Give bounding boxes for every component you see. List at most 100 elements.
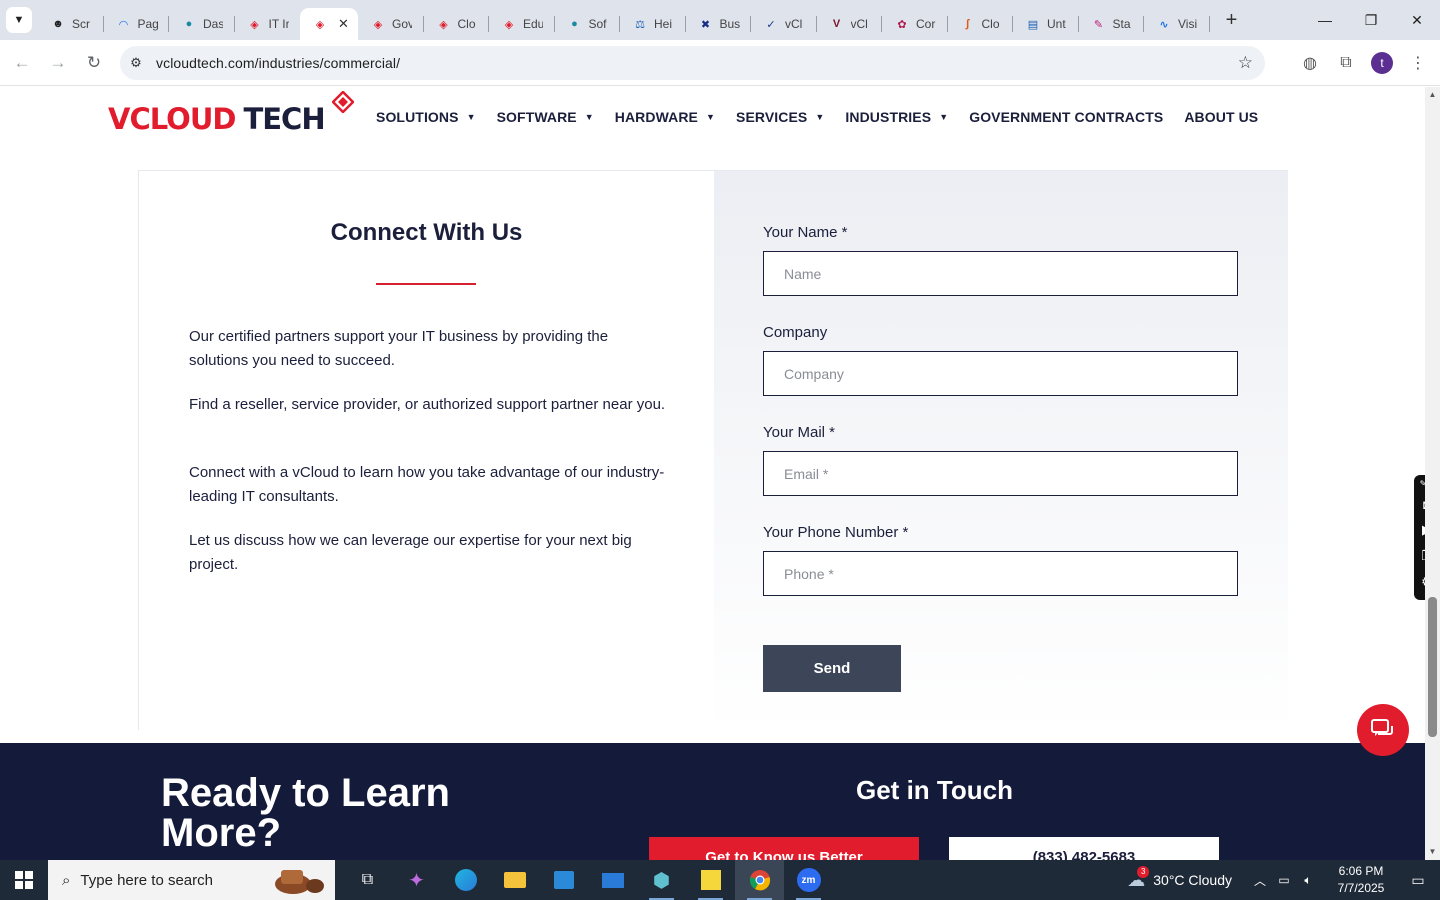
reload-button[interactable]: ↻	[76, 45, 112, 81]
tab-close-icon[interactable]: ✕	[338, 16, 349, 32]
email-label: Your Mail *	[763, 424, 835, 441]
forward-button[interactable]: →	[40, 45, 76, 81]
main-nav: SOLUTIONS ▼ SOFTWARE ▼ HARDWARE ▼ SERVICES ▼ IND…	[376, 109, 1279, 125]
logo-tech: TECH	[243, 102, 325, 136]
nav-item-services[interactable]: SERVICES ▼	[736, 109, 824, 125]
browser-tab[interactable]: VvCl	[817, 8, 883, 40]
back-button[interactable]: ←	[4, 45, 40, 81]
translate-icon[interactable]: ◍	[1292, 45, 1328, 81]
browser-tab[interactable]: ⚖ Hei	[620, 8, 686, 40]
menu-kebab-icon[interactable]: ⋮	[1400, 45, 1436, 81]
browser-tab[interactable]: ● Sof	[555, 8, 621, 40]
browser-tab[interactable]: ◈ Edu	[489, 8, 555, 40]
nav-item-label: INDUSTRIES	[845, 109, 932, 125]
browser-tab[interactable]: ✿ Cor	[882, 8, 948, 40]
tab-favicon-icon: ✓	[766, 18, 776, 31]
edge-icon[interactable]	[441, 860, 490, 900]
app-hex-icon[interactable]: ⬢	[637, 860, 686, 900]
new-tab-button[interactable]: +	[1218, 6, 1246, 34]
tab-title: Pag	[137, 17, 158, 31]
email-field[interactable]	[763, 451, 1238, 496]
file-explorer-icon[interactable]	[490, 860, 539, 900]
chrome-icon[interactable]	[735, 860, 784, 900]
chevron-up-icon[interactable]: ︿	[1248, 872, 1272, 889]
tab-title: Unt	[1047, 17, 1066, 31]
phone-field[interactable]	[763, 551, 1238, 596]
zoom-icon[interactable]: zm	[784, 860, 833, 900]
intro-paragraph: Find a reseller, service provider, or au…	[189, 396, 666, 413]
bookmark-star-icon[interactable]: ☆	[1238, 53, 1253, 73]
tab-title: Cor	[916, 17, 936, 31]
mail-icon[interactable]	[588, 860, 637, 900]
minimize-button[interactable]: —	[1302, 0, 1348, 40]
search-highlight-image	[275, 870, 324, 894]
nav-item-government-contracts[interactable]: GOVERNMENT CONTRACTS	[969, 109, 1163, 125]
scroll-thumb[interactable]	[1428, 597, 1437, 737]
scroll-up-arrow-icon[interactable]: ▲	[1425, 87, 1440, 103]
connect-title: Connect With Us	[330, 219, 523, 246]
clock[interactable]: 6:06 PM 7/7/2025	[1326, 863, 1396, 897]
profile-button[interactable]: t	[1364, 45, 1400, 81]
tab-list: ☻ Scr ◠ Pag ● Das ◈ IT Ir ◈ ✕ ◈ Gov ◈ Clo ◈ Edu ● Sof ⚖ Hei…	[38, 0, 1210, 40]
name-field[interactable]	[763, 251, 1238, 296]
browser-tab[interactable]: ◈ IT Ir	[235, 8, 301, 40]
browser-tab[interactable]: ◈ Gov	[358, 8, 424, 40]
nav-item-software[interactable]: SOFTWARE ▼	[497, 109, 594, 125]
browser-tab[interactable]: ✎ Sta	[1079, 8, 1145, 40]
window-controls: — ❐ ✕	[1302, 0, 1440, 40]
nav-item-industries[interactable]: INDUSTRIES ▼	[845, 109, 948, 125]
volume-icon[interactable]: 🔈︎	[1296, 873, 1320, 888]
windows-taskbar: ⌕ Type here to search ⧉ ✦ ⬢ zm ☁ 3 30°C …	[0, 860, 1440, 900]
url-text[interactable]: vcloudtech.com/industries/commercial/	[156, 55, 400, 71]
notifications-icon[interactable]: ▭	[1396, 872, 1440, 889]
restore-button[interactable]: ❐	[1348, 0, 1394, 40]
nav-item-solutions[interactable]: SOLUTIONS ▼	[376, 109, 476, 125]
browser-tab[interactable]: ∿ Visi	[1144, 8, 1210, 40]
tab-favicon-icon: ✖	[700, 18, 711, 31]
site-info-icon[interactable]: ⚙	[126, 55, 146, 71]
nav-item-hardware[interactable]: HARDWARE ▼	[615, 109, 715, 125]
copilot-icon[interactable]: ✦	[392, 860, 441, 900]
footer-cta: Ready to Learn More? Get in Touch Get to…	[0, 743, 1425, 860]
vcloud-tech-logo[interactable]: VCLOUD TECH	[108, 91, 354, 136]
tab-favicon-icon: ◈	[373, 18, 383, 31]
sticky-notes-icon[interactable]	[686, 860, 735, 900]
browser-tab[interactable]: ▤ Unt	[1013, 8, 1079, 40]
scroll-down-arrow-icon[interactable]: ▼	[1425, 844, 1440, 860]
browser-tab[interactable]: ∫ Clo	[948, 8, 1014, 40]
browser-tab[interactable]: ☻ Scr	[38, 8, 104, 40]
task-view-icon[interactable]: ⧉	[343, 860, 392, 900]
tab-search-button[interactable]: ▼	[6, 7, 32, 33]
page-scrollbar[interactable]: ▲ ▼	[1425, 87, 1440, 860]
address-bar[interactable]: ⚙ vcloudtech.com/industries/commercial/ …	[120, 46, 1265, 80]
get-to-know-button[interactable]: Get to Know us Better	[649, 837, 919, 860]
tab-title: vCl	[785, 17, 803, 31]
intro-paragraph: Connect with a vCloud to learn how you t…	[189, 464, 665, 505]
browser-tab[interactable]: ✖ Bus	[686, 8, 752, 40]
nav-item-about-us[interactable]: ABOUT US	[1184, 109, 1258, 125]
extensions-icon[interactable]: ⧉	[1328, 45, 1364, 81]
tab-title: Gov	[392, 17, 412, 31]
network-icon[interactable]: ▭	[1272, 873, 1296, 887]
site-header: VCLOUD TECH SOLUTIONS ▼ SOFTWARE ▼ HARDWARE ▼ S…	[0, 87, 1425, 152]
chrome-logo-icon	[749, 870, 770, 891]
caret-down-icon: ▼	[815, 112, 825, 122]
browser-tab[interactable]: ◈ Clo	[424, 8, 490, 40]
close-window-button[interactable]: ✕	[1394, 0, 1440, 40]
nav-item-label: SOLUTIONS	[376, 109, 459, 125]
browser-tab-active[interactable]: ◈ ✕	[300, 8, 358, 40]
company-field[interactable]	[763, 351, 1238, 396]
taskbar-search[interactable]: ⌕ Type here to search	[48, 860, 335, 900]
browser-tab[interactable]: ◠ Pag	[104, 8, 170, 40]
contact-form: Your Name * Company Your Mail * Your Pho…	[714, 171, 1288, 731]
store-icon[interactable]	[539, 860, 588, 900]
tab-favicon-icon: ∿	[1159, 18, 1169, 31]
weather-widget[interactable]: ☁ 3 30°C Cloudy	[1127, 865, 1232, 891]
start-button[interactable]	[0, 860, 48, 900]
phone-button[interactable]: (833) 482-5683	[949, 837, 1219, 860]
browser-tab[interactable]: ✓ vCl	[751, 8, 817, 40]
browser-tab[interactable]: ● Das	[169, 8, 235, 40]
tab-title: vCl	[850, 17, 868, 31]
send-button[interactable]: Send	[763, 645, 901, 692]
chat-button[interactable]	[1357, 704, 1409, 756]
